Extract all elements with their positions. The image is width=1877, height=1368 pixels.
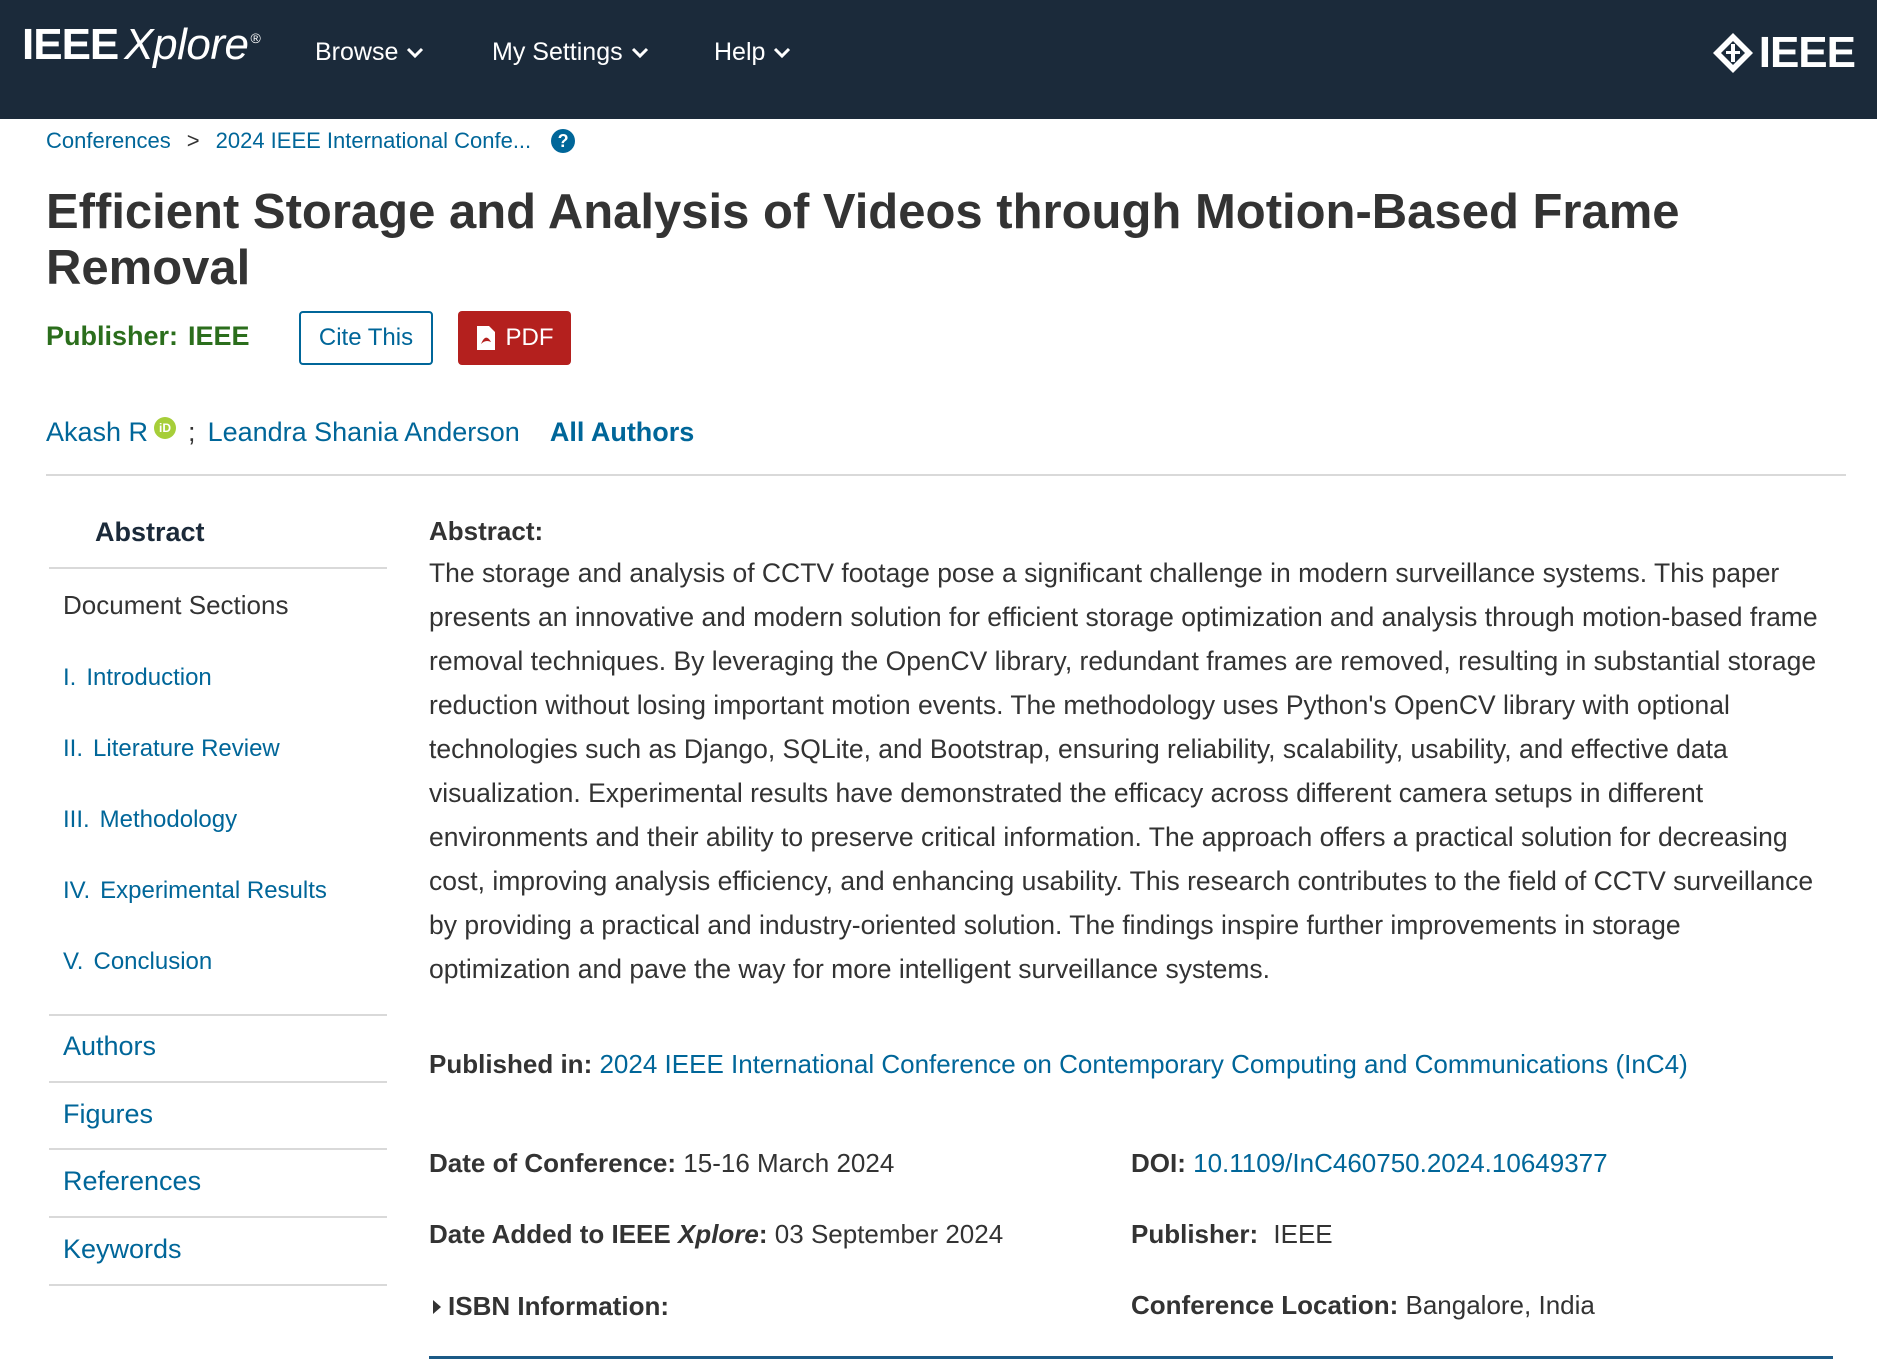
sidebar-section-conclusion[interactable]: V. Conclusion (63, 948, 212, 976)
breadcrumb-conference[interactable]: 2024 IEEE International Confe... (216, 128, 532, 154)
divider (49, 1284, 387, 1286)
section-label: Methodology (99, 806, 238, 833)
page-title: Efficient Storage and Analysis of Videos… (46, 185, 1680, 295)
nav-help-label: Help (714, 38, 766, 66)
divider (49, 1148, 387, 1150)
publisher-detail: Publisher: IEEE (1131, 1219, 1333, 1250)
chevron-down-icon (774, 47, 791, 58)
section-number: II. (63, 735, 84, 762)
ieee-brand-text: IEEE (1758, 28, 1856, 77)
divider (46, 474, 1846, 476)
section-label: Conclusion (93, 948, 213, 975)
conference-location-value: Bangalore, India (1405, 1290, 1595, 1320)
pdf-file-icon (476, 326, 495, 350)
author-link[interactable]: Leandra Shania Anderson (208, 417, 520, 448)
abstract-heading: Abstract: (429, 516, 544, 546)
sidebar-item-figures[interactable]: Figures (63, 1099, 153, 1130)
section-label: Experimental Results (100, 877, 327, 904)
logo-main: IEEE (22, 20, 119, 69)
sidebar-item-abstract[interactable]: Abstract (95, 517, 205, 548)
doi: DOI: 10.1109/InC460750.2024.10649377 (1131, 1148, 1608, 1179)
conference-location-label: Conference Location: (1131, 1290, 1399, 1320)
published-in-link[interactable]: 2024 IEEE International Conference on Co… (599, 1049, 1687, 1079)
document-sections-heading: Document Sections (63, 590, 289, 620)
isbn-toggle[interactable]: ISBN Information: (432, 1291, 669, 1322)
section-number: I. (63, 664, 77, 691)
doi-link[interactable]: 10.1109/InC460750.2024.10649377 (1193, 1148, 1607, 1178)
caret-right-icon (433, 1299, 441, 1314)
publisher-info: Publisher: IEEE (46, 321, 250, 352)
section-label: Literature Review (93, 735, 280, 762)
chevron-down-icon (407, 47, 424, 58)
breadcrumb-conferences[interactable]: Conferences (46, 128, 171, 154)
doi-label: DOI: (1131, 1148, 1186, 1178)
sidebar-section-methodology[interactable]: III. Methodology (63, 806, 237, 834)
section-number: IV. (63, 877, 91, 904)
nav-my-settings[interactable]: My Settings (492, 38, 649, 67)
nav-help[interactable]: Help (714, 38, 791, 67)
divider (49, 567, 387, 569)
conference-location: Conference Location: Bangalore, India (1131, 1290, 1595, 1321)
author-link[interactable]: Akash R (46, 417, 148, 448)
date-of-conference: Date of Conference: 15-16 March 2024 (429, 1148, 894, 1179)
author-list: Akash R iD ; Leandra Shania Anderson All… (46, 416, 695, 448)
sidebar-item-references[interactable]: References (63, 1166, 201, 1197)
divider (429, 1356, 1833, 1359)
date-added-label: Date Added to IEEE Xplore: (429, 1219, 768, 1249)
logo-sub: Xplore (124, 20, 249, 69)
publisher-value: IEEE (188, 321, 250, 351)
chevron-down-icon (631, 47, 648, 58)
publisher-detail-label: Publisher: (1131, 1219, 1259, 1249)
date-added-label-post: : (758, 1219, 768, 1249)
divider (49, 1216, 387, 1218)
sidebar-item-keywords[interactable]: Keywords (63, 1234, 182, 1265)
sidebar-section-experimental-results[interactable]: IV. Experimental Results (63, 877, 327, 905)
divider (49, 1014, 387, 1016)
ieee-brand-logo[interactable]: IEEE (1711, 28, 1856, 78)
date-added-value: 03 September 2024 (774, 1219, 1004, 1249)
abstract-text: The storage and analysis of CCTV footage… (429, 558, 1818, 984)
published-in-label: Published in: (429, 1049, 593, 1079)
section-number: III. (63, 806, 90, 833)
nav-browse-label: Browse (315, 38, 399, 66)
pdf-button[interactable]: PDF (458, 311, 571, 365)
isbn-label: ISBN Information: (448, 1291, 669, 1321)
nav-my-settings-label: My Settings (492, 38, 623, 66)
nav-browse[interactable]: Browse (315, 38, 424, 67)
author-separator: ; (188, 417, 196, 447)
section-label: Introduction (86, 664, 212, 691)
publisher-label: Publisher: (46, 321, 179, 351)
sidebar-item-authors[interactable]: Authors (63, 1031, 156, 1062)
pdf-button-label: PDF (505, 324, 554, 351)
orcid-icon[interactable]: iD (154, 416, 177, 439)
all-authors-link[interactable]: All Authors (550, 417, 695, 448)
logo-registered-mark: ® (250, 30, 261, 47)
section-number: V. (63, 948, 84, 975)
ieee-xplore-logo[interactable]: IEEE Xplore ® (22, 20, 261, 70)
breadcrumb: Conferences > 2024 IEEE International Co… (46, 128, 576, 154)
breadcrumb-separator: > (186, 128, 200, 153)
help-icon[interactable]: ? (551, 129, 576, 153)
top-nav-bar: IEEE Xplore ® Browse My Settings Help IEEE (0, 0, 1877, 119)
published-in: Published in: 2024 IEEE International Co… (429, 1049, 1688, 1080)
date-added-label-pre: Date Added to IEEE (429, 1219, 678, 1249)
date-added-label-em: Xplore (677, 1219, 759, 1249)
publisher-detail-value: IEEE (1273, 1219, 1333, 1249)
cite-this-button[interactable]: Cite This (299, 311, 433, 365)
ieee-diamond-icon (1712, 33, 1753, 73)
sidebar-section-introduction[interactable]: I. Introduction (63, 664, 212, 692)
date-of-conference-value: 15-16 March 2024 (683, 1148, 895, 1178)
date-of-conference-label: Date of Conference: (429, 1148, 677, 1178)
divider (49, 1081, 387, 1083)
date-added: Date Added to IEEE Xplore: 03 September … (429, 1219, 1003, 1250)
sidebar-section-literature-review[interactable]: II. Literature Review (63, 735, 280, 763)
